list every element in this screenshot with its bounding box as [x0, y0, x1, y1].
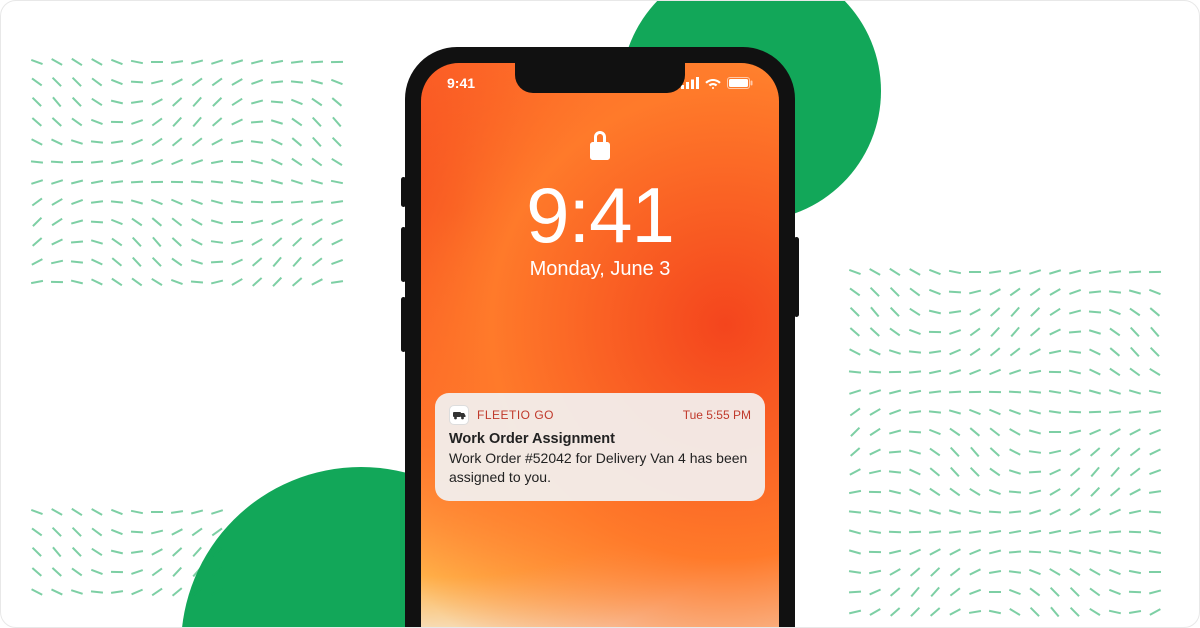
phone-screen: 9:41 9:41 Monday,	[421, 63, 779, 628]
app-icon	[449, 405, 469, 425]
lockscreen-date: Monday, June 3	[530, 258, 671, 281]
decorative-dash-grid	[849, 271, 1169, 627]
lockscreen-time: 9:41	[526, 176, 674, 254]
battery-icon	[727, 77, 753, 89]
status-right	[681, 75, 753, 91]
decorative-dash-grid	[31, 61, 347, 297]
decorative-dash-grid	[31, 511, 227, 607]
lock-icon	[589, 131, 611, 166]
wifi-icon	[705, 77, 721, 89]
phone-side-button	[401, 177, 406, 207]
phone-mockup: 9:41 9:41 Monday,	[405, 47, 795, 628]
notification-app-name: FLEETIO GO	[477, 408, 554, 422]
lockscreen-content: 9:41 Monday, June 3	[421, 131, 779, 281]
marketing-canvas: 9:41 9:41 Monday,	[0, 0, 1200, 628]
phone-side-button	[401, 227, 406, 282]
notification-timestamp: Tue 5:55 PM	[683, 408, 751, 422]
phone-notch	[515, 63, 685, 93]
phone-side-button	[794, 237, 799, 317]
notification-title: Work Order Assignment	[449, 431, 751, 447]
notification-card[interactable]: FLEETIO GO Tue 5:55 PM Work Order Assign…	[435, 393, 765, 501]
phone-side-button	[401, 297, 406, 352]
notification-header: FLEETIO GO Tue 5:55 PM	[449, 405, 751, 425]
status-time: 9:41	[447, 75, 475, 91]
notification-body: Work Order #52042 for Delivery Van 4 has…	[449, 449, 751, 487]
